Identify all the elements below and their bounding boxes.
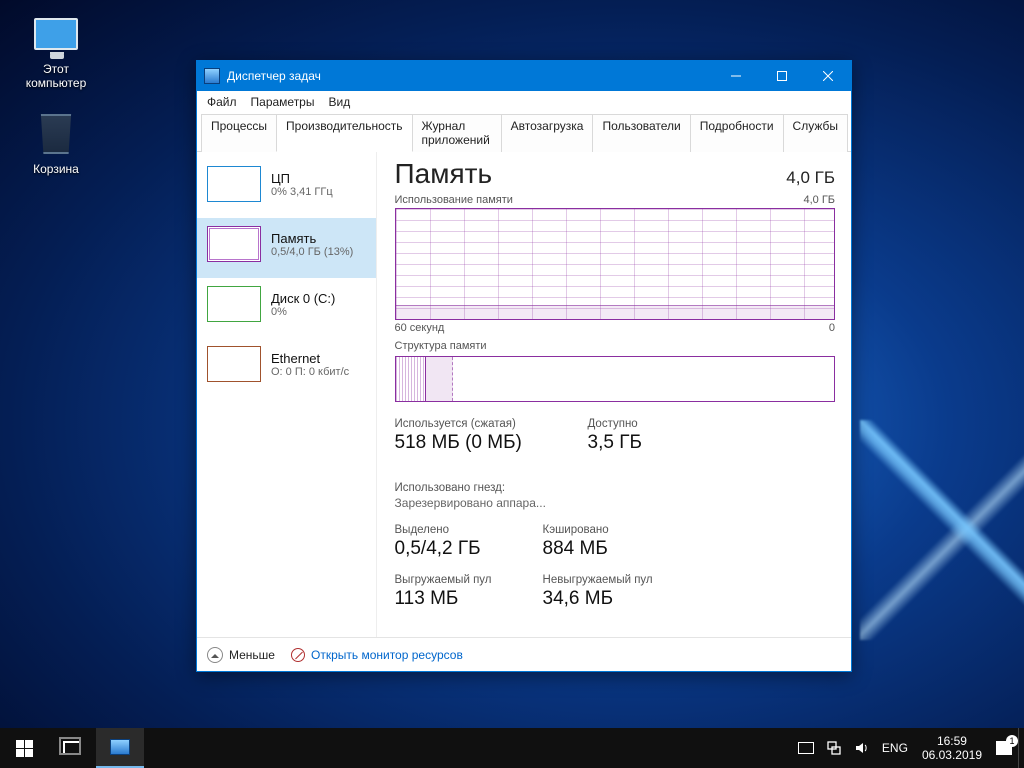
stat-label: Выгружаемый пул xyxy=(395,574,515,586)
menu-file[interactable]: Файл xyxy=(207,95,237,109)
menubar: Файл Параметры Вид xyxy=(197,91,851,113)
stat-label: Доступно xyxy=(588,418,698,430)
clock[interactable]: 16:59 06.03.2019 xyxy=(914,734,990,762)
task-view-button[interactable] xyxy=(48,728,96,768)
stat-value: 34,6 МБ xyxy=(543,588,653,610)
network-icon[interactable] xyxy=(820,728,848,768)
fewer-details-label: Меньше xyxy=(229,648,275,662)
stat-value: 884 МБ xyxy=(543,538,653,560)
desktop[interactable]: Этот компьютер Корзина Диспетчер задач Ф… xyxy=(0,0,1024,768)
stat-value: Зарезервировано аппара... xyxy=(395,496,555,510)
tabs: Процессы Производительность Журнал прило… xyxy=(197,113,851,152)
resource-list: ЦП 0% 3,41 ГГц Память 0,5/4,0 ГБ (13%) Д… xyxy=(197,152,377,637)
x-axis-right: 0 xyxy=(829,322,835,334)
graph-label: Использование памяти xyxy=(395,194,513,206)
tray-app-icon[interactable] xyxy=(792,728,820,768)
x-axis-left: 60 секунд xyxy=(395,322,445,334)
disk-thumb-icon xyxy=(207,286,261,322)
tab-startup[interactable]: Автозагрузка xyxy=(501,114,594,152)
maximize-button[interactable] xyxy=(759,61,805,91)
open-resource-monitor-link[interactable]: Открыть монитор ресурсов xyxy=(291,648,463,662)
sidebar-item-sub: 0% xyxy=(271,306,335,318)
stat-label: Выделено xyxy=(395,524,515,536)
composition-label: Структура памяти xyxy=(395,340,487,352)
clock-time: 16:59 xyxy=(922,734,982,748)
minimize-button[interactable] xyxy=(713,61,759,91)
sidebar-item-label: ЦП xyxy=(271,171,333,186)
sidebar-item-label: Ethernet xyxy=(271,351,349,366)
close-button[interactable] xyxy=(805,61,851,91)
window-footer: Меньше Открыть монитор ресурсов xyxy=(197,637,851,671)
app-icon xyxy=(204,68,220,84)
monitor-icon xyxy=(34,18,78,50)
stat-value: 113 МБ xyxy=(395,588,515,610)
tab-processes[interactable]: Процессы xyxy=(201,114,277,152)
volume-icon[interactable] xyxy=(848,728,876,768)
memory-thumb-icon xyxy=(207,226,261,262)
stat-value: 3,5 ГБ xyxy=(588,432,698,454)
sidebar-item-label: Диск 0 (C:) xyxy=(271,291,335,306)
tab-performance[interactable]: Производительность xyxy=(276,114,412,152)
sidebar-item-sub: 0,5/4,0 ГБ (13%) xyxy=(271,246,353,258)
stat-value: 0,5/4,2 ГБ xyxy=(395,538,515,560)
sidebar-item-cpu[interactable]: ЦП 0% 3,41 ГГц xyxy=(197,158,376,218)
tab-app-history[interactable]: Журнал приложений xyxy=(412,114,502,152)
resmon-icon xyxy=(291,648,305,662)
stat-label: Используется (сжатая) xyxy=(395,418,560,430)
tab-services[interactable]: Службы xyxy=(783,114,848,152)
segment-in-use xyxy=(396,357,427,401)
tab-users[interactable]: Пользователи xyxy=(592,114,690,152)
graph-max: 4,0 ГБ xyxy=(803,194,835,206)
stat-label: Кэшировано xyxy=(543,524,653,536)
segment-free xyxy=(453,357,835,401)
taskbar[interactable]: ENG 16:59 06.03.2019 1 xyxy=(0,728,1024,768)
cpu-thumb-icon xyxy=(207,166,261,202)
clock-date: 06.03.2019 xyxy=(922,748,982,762)
taskmgr-icon xyxy=(110,739,130,755)
sidebar-item-memory[interactable]: Память 0,5/4,0 ГБ (13%) xyxy=(197,218,376,278)
chevron-up-icon xyxy=(207,647,223,663)
window-title: Диспетчер задач xyxy=(227,69,321,83)
action-center-button[interactable]: 1 xyxy=(990,728,1018,768)
resmon-label: Открыть монитор ресурсов xyxy=(311,648,463,662)
segment-modified xyxy=(426,357,452,401)
generic-tray-icon xyxy=(798,742,814,754)
stat-value: 518 МБ (0 МБ) xyxy=(395,432,560,454)
show-desktop-button[interactable] xyxy=(1018,728,1024,768)
chart-fill xyxy=(396,305,834,319)
notification-badge: 1 xyxy=(1006,735,1018,747)
sidebar-item-sub: О: 0 П: 0 кбит/с xyxy=(271,366,349,378)
bin-icon xyxy=(38,114,74,154)
sidebar-item-sub: 0% 3,41 ГГц xyxy=(271,186,333,198)
task-view-icon xyxy=(63,741,81,755)
sidebar-item-label: Память xyxy=(271,231,353,246)
taskbar-app-taskmgr[interactable] xyxy=(96,728,144,768)
memory-usage-chart[interactable] xyxy=(395,208,835,320)
fewer-details-button[interactable]: Меньше xyxy=(207,647,275,663)
desktop-icon-label: Корзина xyxy=(18,162,94,176)
stat-label: Невыгружаемый пул xyxy=(543,574,653,586)
titlebar[interactable]: Диспетчер задач xyxy=(197,61,851,91)
language-indicator[interactable]: ENG xyxy=(876,741,914,755)
desktop-icon-this-pc[interactable]: Этот компьютер xyxy=(18,10,94,90)
memory-panel: Память 4,0 ГБ Использование памяти 4,0 Г… xyxy=(377,152,851,637)
sidebar-item-ethernet[interactable]: Ethernet О: 0 П: 0 кбит/с xyxy=(197,338,376,398)
menu-view[interactable]: Вид xyxy=(328,95,350,109)
menu-options[interactable]: Параметры xyxy=(251,95,315,109)
panel-title: Память xyxy=(395,158,493,190)
tab-details[interactable]: Подробности xyxy=(690,114,784,152)
memory-capacity: 4,0 ГБ xyxy=(786,168,835,188)
ethernet-thumb-icon xyxy=(207,346,261,382)
start-button[interactable] xyxy=(0,728,48,768)
windows-icon xyxy=(16,740,33,757)
memory-composition[interactable] xyxy=(395,356,835,402)
task-manager-window: Диспетчер задач Файл Параметры Вид Проце… xyxy=(196,60,852,672)
stat-label: Использовано гнезд: xyxy=(395,482,555,494)
desktop-icon-label: Этот компьютер xyxy=(18,62,94,90)
desktop-icon-recycle-bin[interactable]: Корзина xyxy=(18,110,94,176)
sidebar-item-disk[interactable]: Диск 0 (C:) 0% xyxy=(197,278,376,338)
